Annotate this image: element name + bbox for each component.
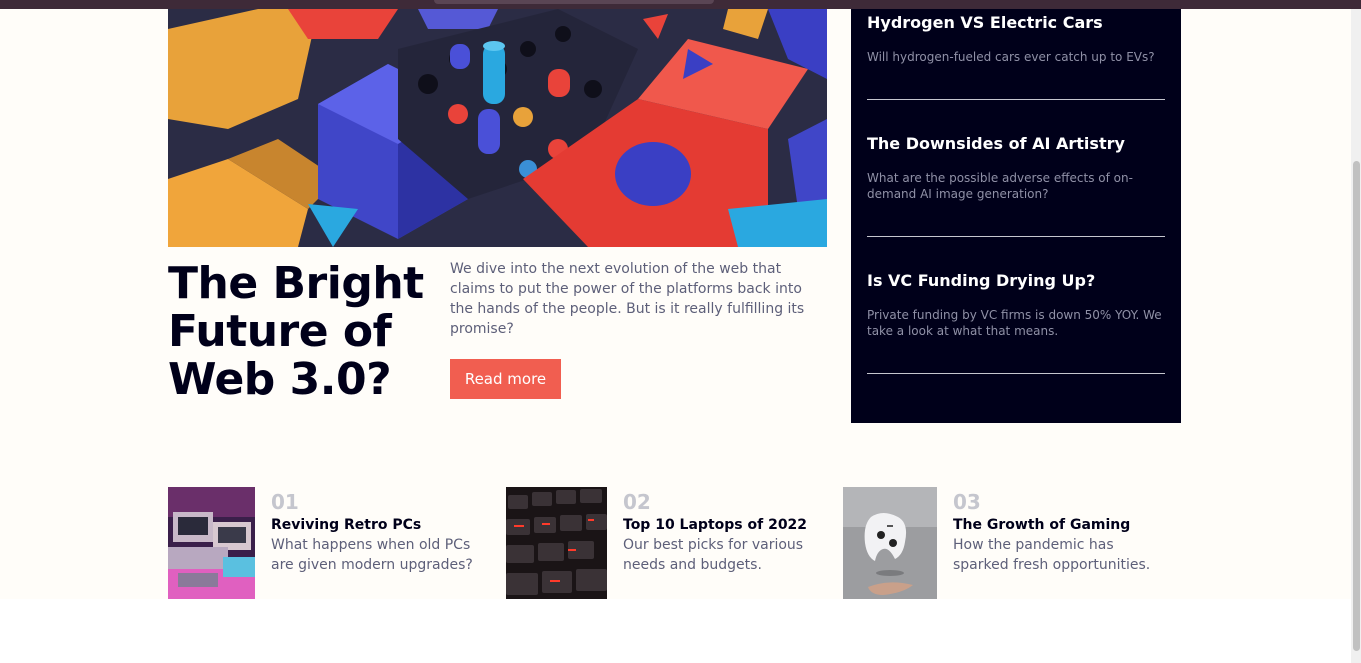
new-articles-sidebar: Hydrogen VS Electric Cars Will hydrogen-…	[851, 9, 1181, 423]
card-title[interactable]: Reviving Retro PCs	[271, 516, 421, 534]
card-number: 03	[953, 490, 981, 514]
sidebar-item-title[interactable]: Hydrogen VS Electric Cars	[867, 13, 1165, 33]
card-title[interactable]: Top 10 Laptops of 2022	[623, 516, 807, 534]
scrollbar-thumb[interactable]	[1353, 161, 1360, 651]
article-card-gaming[interactable]: 03 The Growth of Gaming How the pandemic…	[843, 487, 1173, 599]
read-more-button[interactable]: Read more	[450, 359, 561, 399]
sidebar-divider	[867, 373, 1165, 374]
sidebar-item-hydrogen[interactable]: Hydrogen VS Electric Cars Will hydrogen-…	[867, 13, 1165, 65]
sidebar-item-description: What are the possible adverse effects of…	[867, 171, 1133, 201]
hero-description: We dive into the next evolution of the w…	[450, 261, 805, 337]
card-description: Our best picks for various needs and bud…	[623, 537, 804, 573]
sidebar-item-vc-funding[interactable]: Is VC Funding Drying Up? Private funding…	[867, 271, 1165, 339]
sidebar-divider	[867, 99, 1165, 100]
browser-tab-edge	[434, 0, 714, 4]
page-content: The Bright Future of Web 3.0? We dive in…	[0, 9, 1351, 599]
sidebar-item-title[interactable]: Is VC Funding Drying Up?	[867, 271, 1165, 291]
sidebar-item-description: Will hydrogen-fueled cars ever catch up …	[867, 50, 1155, 64]
sidebar-item-ai-artistry[interactable]: The Downsides of AI Artistry What are th…	[867, 134, 1165, 202]
card-description: How the pandemic has sparked fresh oppor…	[953, 537, 1151, 573]
sidebar-item-description: Private funding by VC firms is down 50% …	[867, 308, 1162, 338]
sidebar-item-title[interactable]: The Downsides of AI Artistry	[867, 134, 1165, 154]
browser-top-bar	[0, 0, 1361, 9]
sidebar-divider	[867, 236, 1165, 237]
game-controller-image[interactable]	[843, 487, 937, 599]
hero-title: The Bright Future of Web 3.0?	[168, 258, 424, 405]
card-title[interactable]: The Growth of Gaming	[953, 516, 1130, 534]
vertical-scrollbar[interactable]	[1351, 9, 1361, 663]
card-number: 01	[271, 490, 299, 514]
card-description: What happens when old PCs are given mode…	[271, 537, 473, 573]
card-number: 02	[623, 490, 651, 514]
laptop-keyboard-image[interactable]	[506, 487, 607, 599]
article-card-retro-pcs[interactable]: 01 Reviving Retro PCs What happens when …	[168, 487, 488, 599]
article-card-laptops[interactable]: 02 Top 10 Laptops of 2022 Our best picks…	[506, 487, 831, 599]
retro-pcs-image[interactable]	[168, 487, 255, 599]
hero-image	[168, 9, 827, 247]
